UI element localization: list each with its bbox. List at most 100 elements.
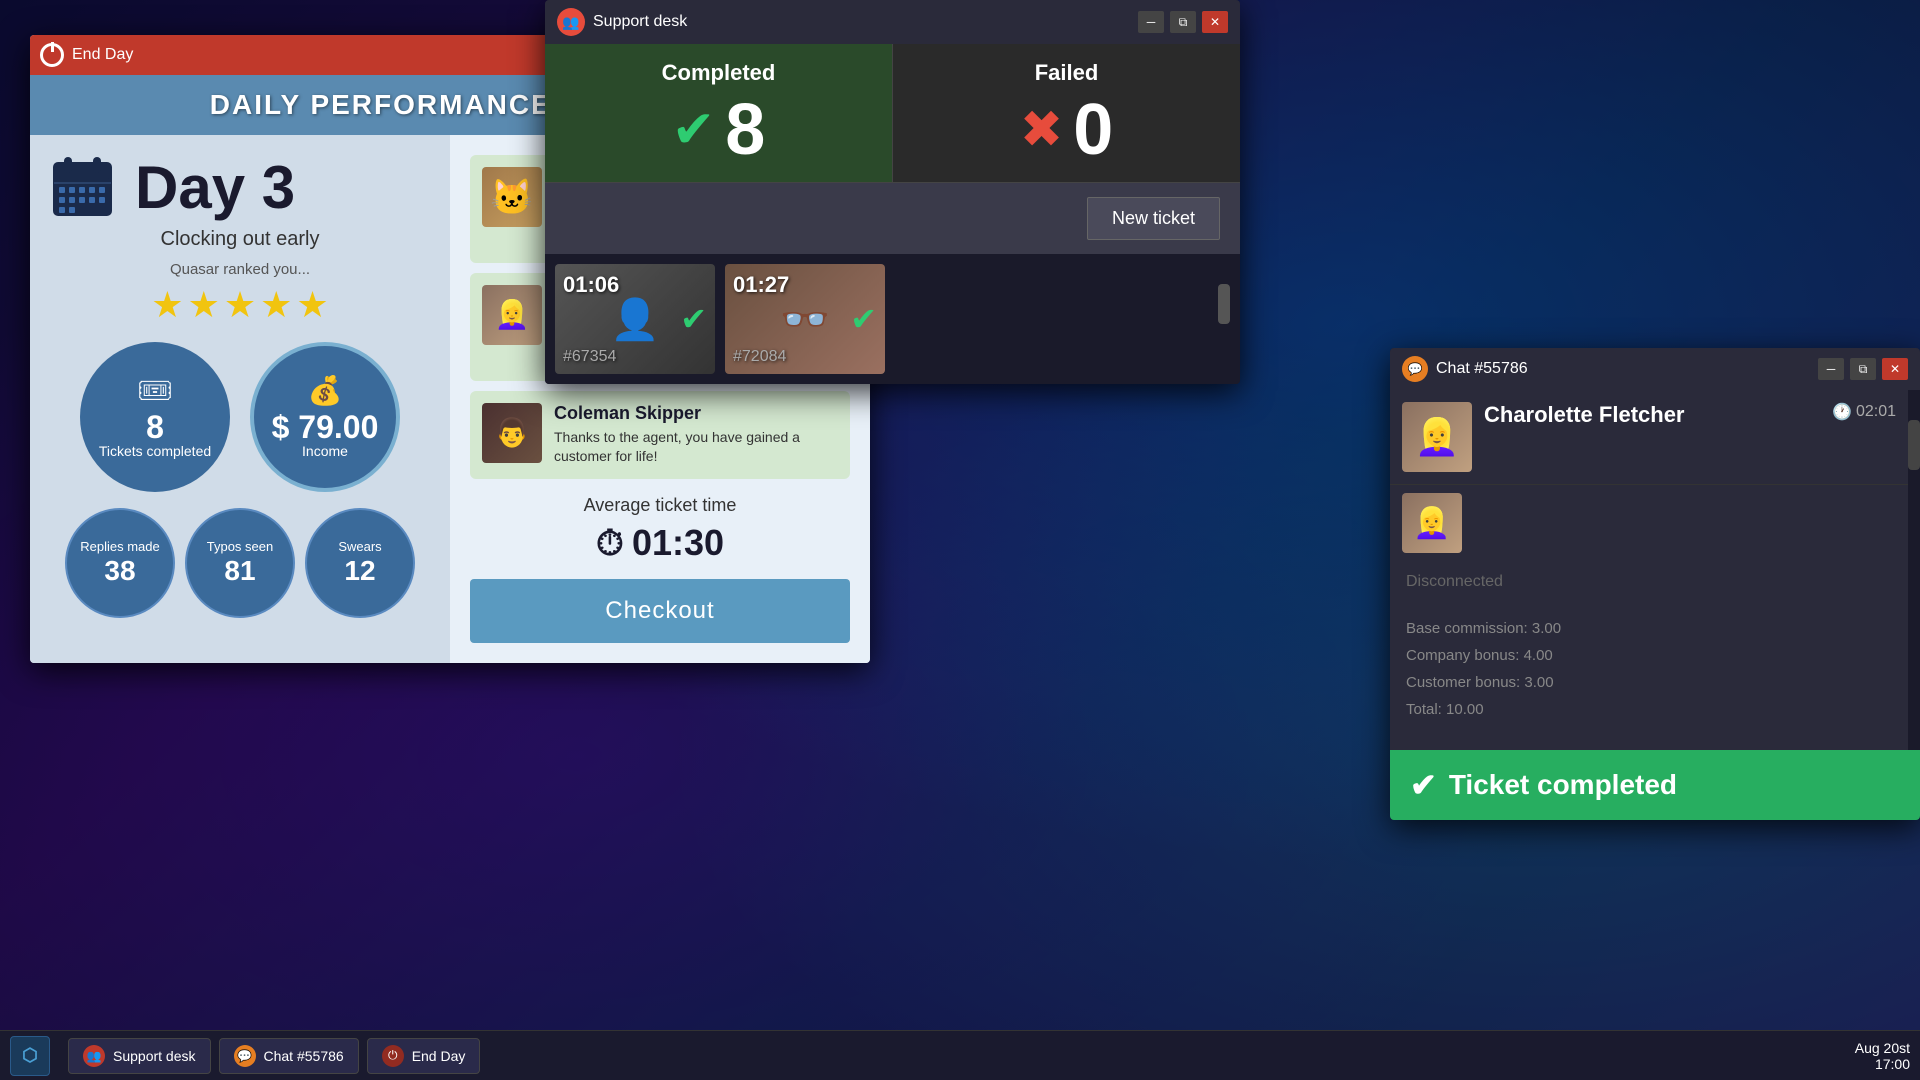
- taskbar-support-icon: 👥: [83, 1045, 105, 1067]
- chat-body: 👱‍♀️ Charolette Fletcher 🕐 02:01 👱‍♀️ Di…: [1390, 390, 1908, 750]
- mini-stats: Replies made 38 Typos seen 81 Swears 12: [50, 508, 430, 618]
- failed-content: ✖ 0: [913, 94, 1220, 166]
- end-day-title: End Day: [72, 46, 133, 64]
- chat-username: Charolette Fletcher: [1484, 402, 1820, 428]
- review-content-3: Coleman Skipper Thanks to the agent, you…: [554, 403, 838, 467]
- chat-second-avatar: 👱‍♀️: [1402, 493, 1462, 553]
- taskbar-endday-icon: ⏻: [382, 1045, 404, 1067]
- support-desk-window: 👥 Support desk ─ ⧉ ✕ Completed ✔ 8 Faile…: [545, 0, 1240, 384]
- star-4: ★: [260, 284, 292, 326]
- day-number: Day 3: [135, 158, 295, 218]
- rating-section: Quasar ranked you... ★ ★ ★ ★ ★: [50, 261, 430, 326]
- taskbar-time: Aug 20st 17:00: [1855, 1040, 1910, 1072]
- taskbar: ⬡ 👥 Support desk 💬 Chat #55786 ⏻ End Day…: [0, 1030, 1920, 1080]
- taskbar-chat[interactable]: 💬 Chat #55786: [219, 1038, 359, 1074]
- taskbar-end-day[interactable]: ⏻ End Day: [367, 1038, 481, 1074]
- reviewer-avatar-3: 👨: [482, 403, 542, 463]
- tickets-list: 👤 01:06 #67354 ✔ 👓 01:27 #72084 ✔: [545, 254, 1240, 384]
- star-5: ★: [296, 284, 328, 326]
- support-icon: 👥: [557, 8, 585, 36]
- completed-content: ✔ 8: [565, 94, 872, 166]
- completed-count: 8: [725, 94, 765, 166]
- checkout-button[interactable]: Checkout: [470, 579, 850, 643]
- base-commission: Base commission: 3.00: [1406, 615, 1892, 642]
- avg-ticket-label: Average ticket time: [470, 495, 850, 516]
- ticket-card-1[interactable]: 👤 01:06 #67354 ✔: [555, 264, 715, 374]
- reviewer-avatar-1: 🐱: [482, 167, 542, 227]
- chat-restore-button[interactable]: ⧉: [1850, 358, 1876, 380]
- tickets-label: Tickets completed: [99, 443, 211, 460]
- chat-icon: 💬: [1402, 356, 1428, 382]
- power-icon: [40, 43, 64, 67]
- chat-title: Chat #55786: [1436, 360, 1528, 378]
- income-label: Income: [302, 443, 348, 460]
- typos-circle: Typos seen 81: [185, 508, 295, 618]
- replies-value: 38: [104, 555, 135, 587]
- stats-circles: 🎟 8 Tickets completed 💰 $ 79.00 Income: [50, 342, 430, 492]
- swears-label: Swears: [338, 539, 381, 555]
- replies-circle: Replies made 38: [65, 508, 175, 618]
- chat-scrollbar[interactable]: [1908, 390, 1920, 750]
- report-left-panel: Day 3 Clocking out early Quasar ranked y…: [30, 135, 450, 663]
- support-close-button[interactable]: ✕: [1202, 11, 1228, 33]
- completed-check-icon: ✔: [1410, 766, 1437, 804]
- tickets-number: 8: [146, 411, 164, 443]
- stats-bar: Completed ✔ 8 Failed ✖ 0: [545, 44, 1240, 182]
- chat-window: 💬 Chat #55786 ─ ⧉ ✕ 👱‍♀️ Charolette Flet…: [1390, 348, 1920, 820]
- clock-icon: 🕐: [1832, 402, 1852, 422]
- support-restore-button[interactable]: ⧉: [1170, 11, 1196, 33]
- typos-value: 81: [224, 555, 255, 587]
- completed-label: Completed: [565, 60, 872, 86]
- chat-commissions: Base commission: 3.00 Company bonus: 4.0…: [1390, 603, 1908, 735]
- taskbar-chat-label: Chat #55786: [264, 1048, 344, 1064]
- taskbar-support-label: Support desk: [113, 1048, 196, 1064]
- chat-time: 🕐 02:01: [1832, 402, 1896, 422]
- failed-col: Failed ✖ 0: [893, 44, 1240, 182]
- chat-minimize-button[interactable]: ─: [1818, 358, 1844, 380]
- review-text-3: Thanks to the agent, you have gained a c…: [554, 428, 838, 467]
- review-card-3: 👨 Coleman Skipper Thanks to the agent, y…: [470, 391, 850, 479]
- failed-label: Failed: [913, 60, 1220, 86]
- support-titlebar: 👥 Support desk ─ ⧉ ✕: [545, 0, 1240, 44]
- ticket-check-2: ✔: [850, 300, 877, 338]
- customer-bonus: Customer bonus: 3.00: [1406, 669, 1892, 696]
- scroll-bar[interactable]: [1218, 264, 1230, 374]
- clock-out-text: Clocking out early: [50, 228, 430, 251]
- ticket-time-2: 01:27: [733, 272, 789, 298]
- chat-titlebar: 💬 Chat #55786 ─ ⧉ ✕: [1390, 348, 1920, 390]
- income-number: $ 79.00: [272, 411, 379, 443]
- taskbar-support-desk[interactable]: 👥 Support desk: [68, 1038, 211, 1074]
- taskbar-endday-label: End Day: [412, 1048, 466, 1064]
- chat-user-avatar: 👱‍♀️: [1402, 402, 1472, 472]
- swears-circle: Swears 12: [305, 508, 415, 618]
- chat-header-row: 👱‍♀️ Charolette Fletcher 🕐 02:01: [1390, 390, 1908, 485]
- ticket-check-1: ✔: [680, 300, 707, 338]
- completed-col: Completed ✔ 8: [545, 44, 893, 182]
- ticket-card-2[interactable]: 👓 01:27 #72084 ✔: [725, 264, 885, 374]
- avg-ticket-section: Average ticket time ⏱ 01:30: [470, 495, 850, 565]
- rating-label: Quasar ranked you...: [50, 261, 430, 278]
- star-3: ★: [224, 284, 256, 326]
- avg-ticket-time: ⏱ 01:30: [470, 522, 850, 565]
- check-icon: ✔: [672, 100, 716, 160]
- star-1: ★: [151, 284, 183, 326]
- swears-value: 12: [344, 555, 375, 587]
- typos-label: Typos seen: [207, 539, 274, 555]
- chat-close-button[interactable]: ✕: [1882, 358, 1908, 380]
- ticket-time-1: 01:06: [563, 272, 619, 298]
- company-bonus: Company bonus: 4.00: [1406, 642, 1892, 669]
- taskbar-clock: 17:00: [1855, 1056, 1910, 1072]
- tickets-circle: 🎟 8 Tickets completed: [80, 342, 230, 492]
- x-icon: ✖: [1020, 100, 1064, 160]
- replies-label: Replies made: [80, 539, 160, 555]
- clock-icon: ⏱: [596, 522, 624, 565]
- chat-user-info: Charolette Fletcher: [1484, 402, 1820, 434]
- taskbar-chat-icon: 💬: [234, 1045, 256, 1067]
- disconnected-status: Disconnected: [1390, 561, 1908, 603]
- day-info: Day 3: [50, 155, 430, 220]
- scroll-thumb: [1218, 284, 1230, 324]
- new-ticket-button[interactable]: New ticket: [1087, 197, 1220, 240]
- support-minimize-button[interactable]: ─: [1138, 11, 1164, 33]
- taskbar-logo: ⬡: [10, 1036, 50, 1076]
- reviewer-name-3: Coleman Skipper: [554, 403, 838, 424]
